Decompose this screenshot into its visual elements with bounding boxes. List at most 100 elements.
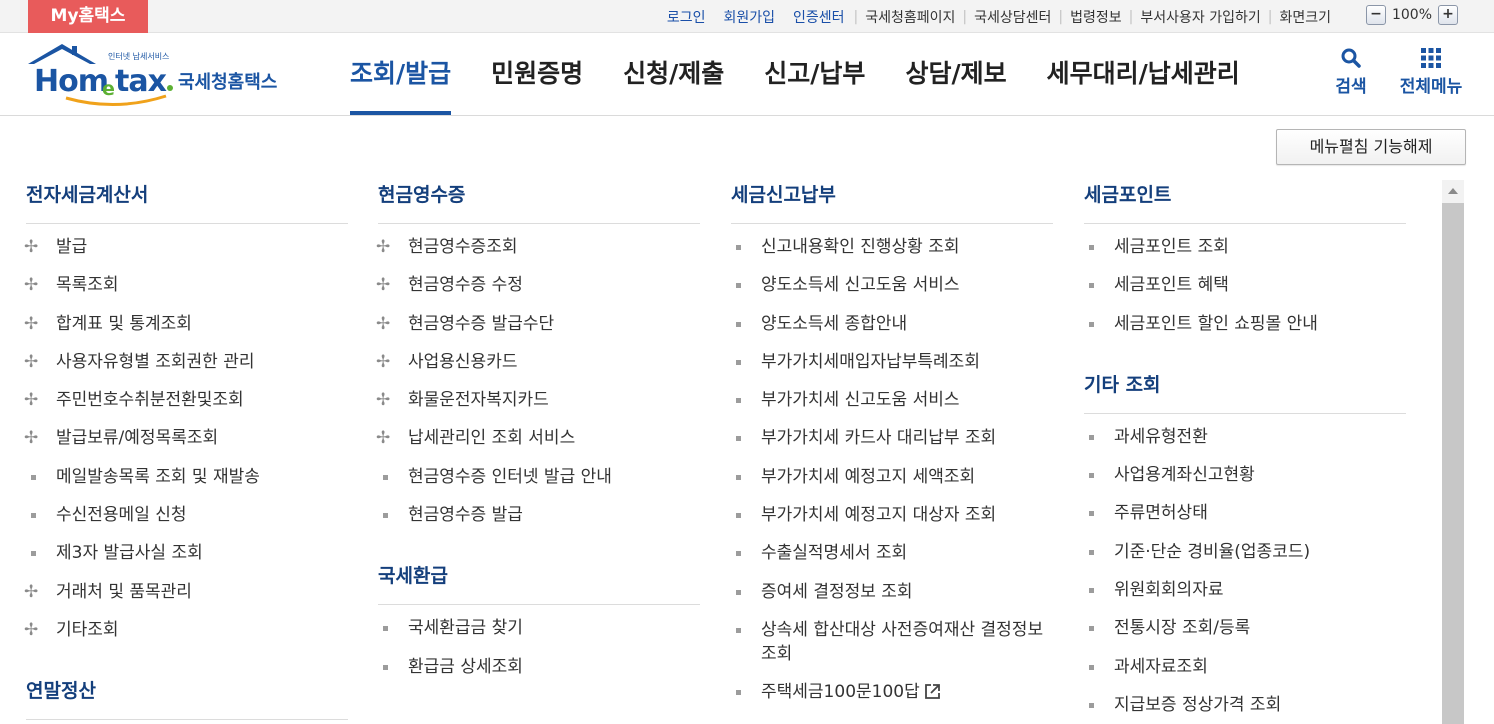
menu-item[interactable]: 메일발송목록 조회 및 재발송 bbox=[26, 465, 348, 489]
menu-item[interactable]: 제3자 발급사실 조회 bbox=[26, 541, 348, 565]
menu-item[interactable]: 주류면허상태 bbox=[1084, 501, 1406, 525]
menu-item[interactable]: 기준·단순 경비율(업종코드) bbox=[1084, 540, 1406, 564]
section-title[interactable]: 세금신고납부 bbox=[731, 180, 1053, 224]
nav-consult-report[interactable]: 상담/제보 bbox=[905, 34, 1006, 116]
expand-plus-icon bbox=[376, 273, 392, 297]
menu-expand-toggle-button[interactable]: 메뉴펼침 기능해제 bbox=[1276, 129, 1466, 165]
menu-item[interactable]: 부가가치세매입자납부특례조회 bbox=[731, 350, 1053, 374]
menu-item[interactable]: 전통시장 조회/등록 bbox=[1084, 616, 1406, 640]
bullet-square-icon bbox=[731, 618, 745, 642]
expand-plus-icon bbox=[24, 312, 40, 336]
section-title[interactable]: 연말정산 bbox=[26, 676, 348, 721]
menu-item[interactable]: 과세유형전환 bbox=[1084, 425, 1406, 449]
bullet-square-icon bbox=[378, 616, 392, 640]
menu-item[interactable]: 세금포인트 할인 쇼핑몰 안내 bbox=[1084, 312, 1406, 336]
nav-apply-submit[interactable]: 신청/제출 bbox=[623, 34, 724, 116]
menu-item[interactable]: 사용자유형별 조회권한 관리 bbox=[24, 350, 348, 374]
menu-item[interactable]: 증여세 결정정보 조회 bbox=[731, 580, 1053, 604]
menu-item[interactable]: 지급보증 정상가격 조회 bbox=[1084, 693, 1406, 717]
menu-item[interactable]: 과세자료조회 bbox=[1084, 655, 1406, 679]
menu-item[interactable]: 주민번호수취분전환및조회 bbox=[24, 388, 348, 412]
nts-homepage-link[interactable]: 국세청홈페이지 bbox=[858, 7, 962, 27]
menu-item[interactable]: 현금영수증 발급 bbox=[378, 503, 700, 527]
signup-link[interactable]: 회원가입 bbox=[714, 7, 784, 27]
bullet-square-icon bbox=[731, 541, 745, 565]
menu-item[interactable]: 세금포인트 조회 bbox=[1084, 235, 1406, 259]
expand-plus-icon bbox=[24, 618, 40, 642]
menu-item[interactable]: 부가가치세 예정고지 대상자 조회 bbox=[731, 503, 1053, 527]
menu-item[interactable]: 부가가치세 신고도움 서비스 bbox=[731, 388, 1053, 412]
menu-item[interactable]: 국세환급금 찾기 bbox=[378, 616, 700, 640]
scrollbar-thumb[interactable] bbox=[1442, 203, 1464, 724]
law-info-link[interactable]: 법령정보 bbox=[1063, 7, 1129, 27]
nav-tax-agent[interactable]: 세무대리/납세관리 bbox=[1047, 34, 1240, 116]
menu-item[interactable]: 거래처 및 품목관리 bbox=[24, 580, 348, 604]
section-title[interactable]: 세금포인트 bbox=[1084, 180, 1406, 224]
menu-item[interactable]: 신고내용확인 진행상황 조회 bbox=[731, 235, 1053, 259]
nav-report-pay[interactable]: 신고/납부 bbox=[764, 34, 865, 116]
menu-item[interactable]: 부가가치세 카드사 대리납부 조회 bbox=[731, 426, 1053, 450]
my-hometax-tab[interactable]: My홈택스 bbox=[28, 0, 148, 33]
nav-lookup-issue[interactable]: 조회/발급 bbox=[350, 34, 452, 116]
login-link[interactable]: 로그인 bbox=[658, 7, 715, 27]
menu-item-label: 사용자유형별 조회권한 관리 bbox=[56, 351, 255, 372]
scroll-up-arrow-icon[interactable] bbox=[1442, 180, 1464, 202]
menu-item[interactable]: 상속세 합산대상 사전증여재산 결정정보 조회 bbox=[731, 618, 1053, 666]
menu-item-label: 세금포인트 혜택 bbox=[1114, 275, 1229, 296]
all-menu-button[interactable]: 전체메뉴 bbox=[1394, 46, 1468, 97]
dept-user-signup-link[interactable]: 부서사용자 가입하기 bbox=[1133, 7, 1267, 27]
zoom-in-button[interactable]: + bbox=[1438, 5, 1458, 25]
menu-item-label: 신고내용확인 진행상황 조회 bbox=[761, 237, 960, 257]
menu-item[interactable]: 납세관리인 조회 서비스 bbox=[376, 426, 700, 450]
menu-item[interactable]: 수출실적명세서 조회 bbox=[731, 541, 1053, 565]
bullet-square-icon bbox=[1084, 425, 1098, 449]
menu-column-4: 세금포인트세금포인트 조회세금포인트 혜택세금포인트 할인 쇼핑몰 안내기타 조… bbox=[1084, 180, 1406, 724]
logo-tagline: 인터넷 납세서비스 bbox=[108, 51, 169, 61]
menu-item[interactable]: 환급금 상세조회 bbox=[378, 655, 700, 679]
menu-item[interactable]: 세금포인트 혜택 bbox=[1084, 273, 1406, 297]
menu-item[interactable]: 현금영수증 인터넷 발급 안내 bbox=[378, 465, 700, 489]
menu-item-label: 과세자료조회 bbox=[1114, 656, 1208, 677]
section-title[interactable]: 현금영수증 bbox=[378, 180, 700, 224]
menu-item[interactable]: 발급보류/예정목록조회 bbox=[24, 426, 348, 450]
hometax-logo[interactable]: 인터넷 납세서비스 Hom e tax 국세청홈택스 bbox=[26, 42, 306, 112]
menu-item[interactable]: 주택세금100문100답 bbox=[731, 680, 1053, 704]
expand-plus-icon bbox=[376, 388, 392, 412]
menu-item[interactable]: 사업용계좌신고현황 bbox=[1084, 463, 1406, 487]
menu-item[interactable]: 발급 bbox=[24, 235, 348, 259]
menu-item[interactable]: 합계표 및 통계조회 bbox=[24, 312, 348, 336]
menu-item[interactable]: 현금영수증 발급수단 bbox=[376, 312, 700, 336]
section-title[interactable]: 전자세금계산서 bbox=[26, 180, 348, 224]
bullet-square-icon bbox=[1084, 540, 1098, 564]
menu-item[interactable]: 현금영수증조회 bbox=[376, 235, 700, 259]
expand-plus-icon bbox=[24, 388, 40, 412]
nav-civil-certificate[interactable]: 민원증명 bbox=[491, 34, 583, 116]
zoom-out-button[interactable]: − bbox=[1365, 5, 1386, 25]
menu-item[interactable]: 목록조회 bbox=[24, 273, 348, 297]
menu-item[interactable]: 양도소득세 종합안내 bbox=[731, 312, 1053, 336]
bullet-square-icon bbox=[378, 465, 392, 489]
menu-item[interactable]: 사업용신용카드 bbox=[376, 350, 700, 374]
menu-item[interactable]: 기타조회 bbox=[24, 618, 348, 642]
vertical-scrollbar[interactable] bbox=[1442, 180, 1464, 724]
section-title[interactable]: 기타 조회 bbox=[1084, 370, 1406, 414]
search-button[interactable]: 검색 bbox=[1330, 46, 1372, 97]
menu-item[interactable]: 부가가치세 예정고지 세액조회 bbox=[731, 465, 1053, 489]
menu-item[interactable]: 현금영수증 수정 bbox=[376, 273, 700, 297]
expand-plus-icon bbox=[24, 580, 40, 604]
bullet-square-icon bbox=[731, 350, 745, 374]
main-header: 인터넷 납세서비스 Hom e tax 국세청홈택스 조회/발급 민원증명 신청… bbox=[0, 34, 1494, 116]
expand-plus-icon bbox=[376, 350, 392, 374]
menu-item[interactable]: 양도소득세 신고도움 서비스 bbox=[731, 273, 1053, 297]
menu-item-label: 제3자 발급사실 조회 bbox=[56, 543, 203, 564]
menu-item[interactable]: 위원회회의자료 bbox=[1084, 578, 1406, 602]
zoom-value: 100% bbox=[1391, 7, 1432, 23]
certificate-center-link[interactable]: 인증센터 bbox=[784, 7, 854, 27]
menu-item-label: 현금영수증 인터넷 발급 안내 bbox=[408, 466, 612, 487]
menu-item[interactable]: 화물운전자복지카드 bbox=[376, 388, 700, 412]
menu-item-label: 수출실적명세서 조회 bbox=[761, 543, 908, 564]
bullet-square-icon bbox=[731, 503, 745, 527]
tax-consult-center-link[interactable]: 국세상담센터 bbox=[967, 7, 1058, 27]
section-title[interactable]: 국세환급 bbox=[378, 561, 700, 606]
menu-item[interactable]: 수신전용메일 신청 bbox=[26, 503, 348, 527]
